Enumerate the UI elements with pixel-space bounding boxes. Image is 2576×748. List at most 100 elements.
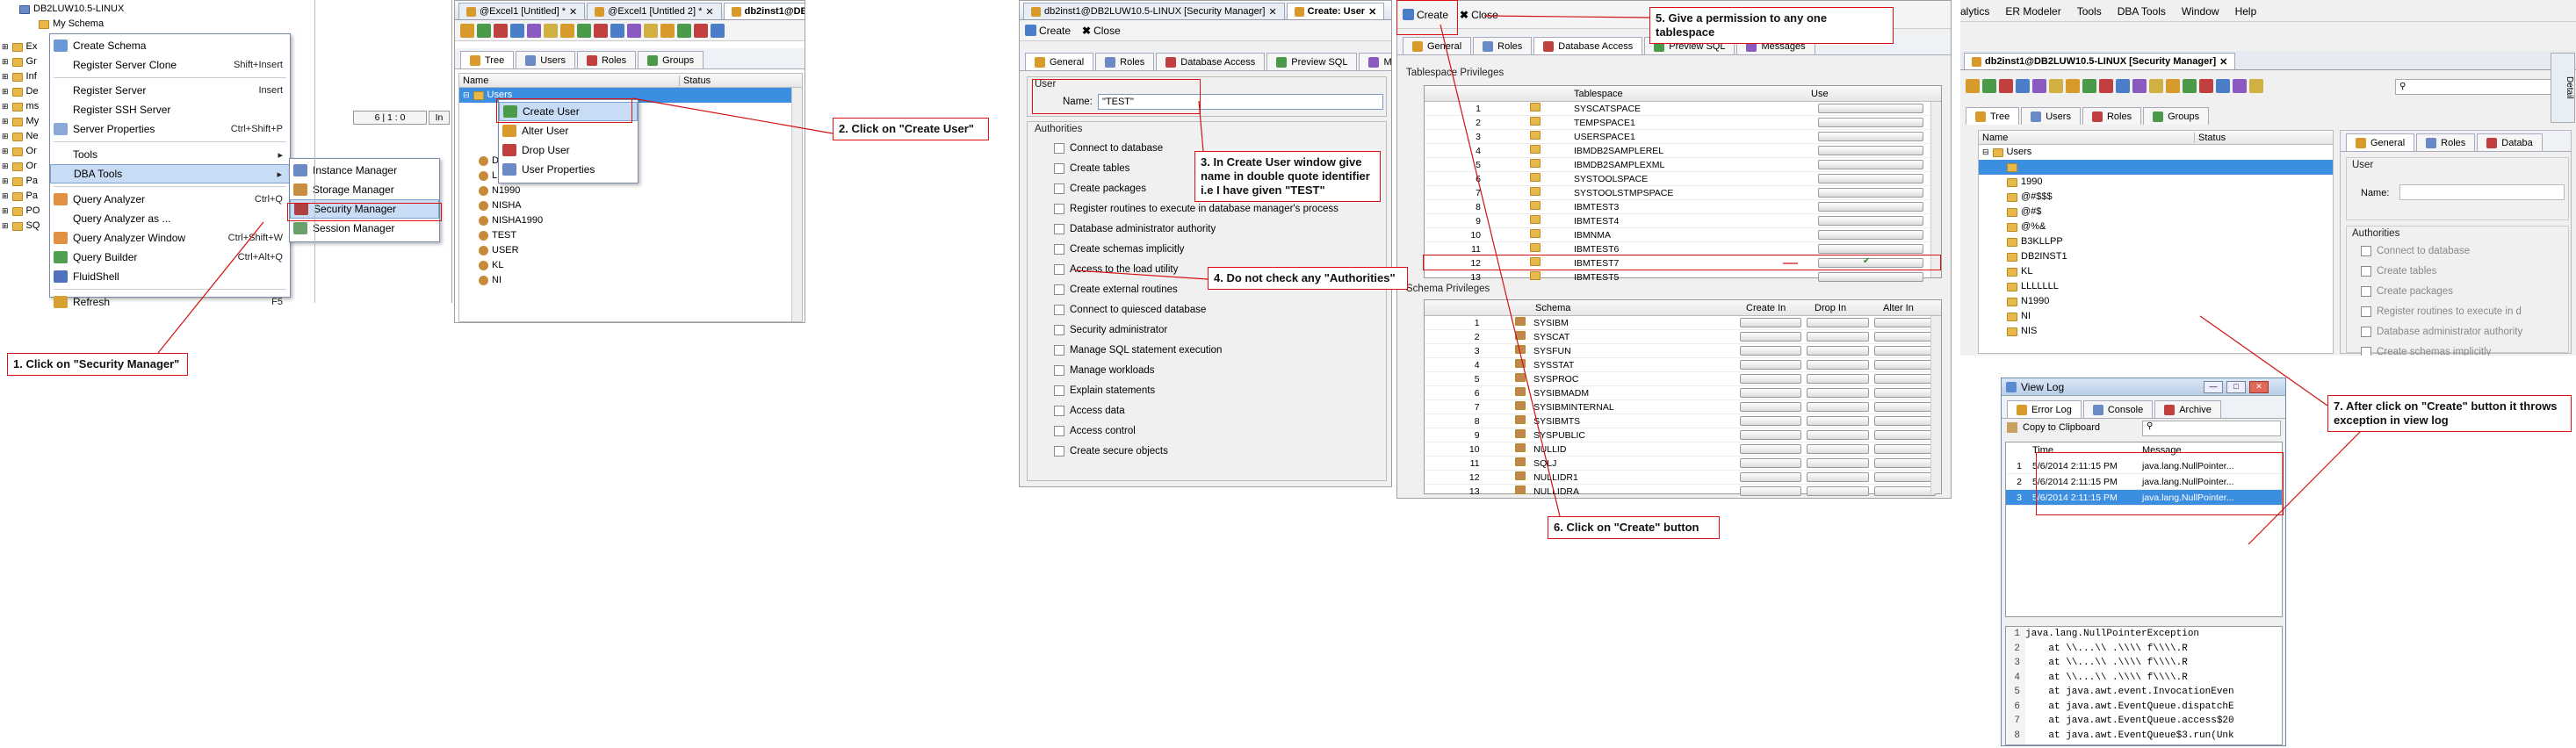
privilege-checkbox[interactable] [1739,444,1802,454]
privilege-checkbox[interactable] [1739,332,1802,342]
privilege-checkbox[interactable] [1807,402,1869,412]
privilege-checkbox[interactable] [1873,416,1936,426]
checkbox[interactable] [1054,304,1064,315]
subtab[interactable]: Roles [2082,107,2142,125]
toolbar-icon[interactable] [2132,79,2147,93]
schema-row[interactable]: 5 SYSPROC [1425,372,1941,386]
schema-row[interactable]: 4 SYSSTAT [1425,358,1941,372]
use-checkbox[interactable] [1818,230,1923,240]
toolbar-icon[interactable] [560,23,574,38]
tree-item[interactable]: ⊞ ms [0,99,40,114]
toolbar-icon[interactable] [711,23,725,38]
toolbar-icon[interactable] [2049,79,2063,93]
toolbar-icon[interactable] [2149,79,2163,93]
subtab[interactable]: Groups [2143,107,2210,125]
toolbar-icon[interactable] [1966,79,1980,93]
submenu-item[interactable]: Storage Manager [290,180,439,199]
authority-checkbox-row[interactable]: Database administrator authority [1054,219,1339,239]
privilege-checkbox[interactable] [1739,472,1802,482]
user-node[interactable]: DB2INST1 [2007,249,2333,264]
menubar-item[interactable]: Window [2182,5,2219,18]
popup-menu-item[interactable]: User Properties [499,160,638,179]
col-use[interactable]: Use [1811,89,1829,99]
toolbar-icon[interactable] [594,23,608,38]
use-checkbox[interactable] [1818,272,1923,282]
tree-item[interactable]: ⊞ Ne [0,129,40,144]
editor-tab[interactable]: db2inst1@DB2LUW10.5-LINUX [Security Mana… [1023,3,1285,19]
schema-row[interactable]: 12 NULLIDR1 [1425,471,1941,485]
toolbar-icon[interactable] [2183,79,2197,93]
privilege-checkbox[interactable] [1739,388,1802,398]
toolbar-icon[interactable] [2116,79,2130,93]
toolbar-icon[interactable] [677,23,691,38]
menubar-item[interactable]: Help [2235,5,2257,18]
popup-menu-item[interactable]: Drop User [499,140,638,160]
authority-checkbox-row[interactable]: Create secure objects [1054,441,1339,461]
tablespace-row[interactable]: 3 USERSPACE1 [1425,130,1941,144]
tree-item[interactable]: ⊞ Inf [0,69,40,84]
toolbar-icon[interactable] [577,23,591,38]
privilege-checkbox[interactable] [1807,388,1869,398]
menu-item[interactable]: DBA Tools ▸ [50,164,290,183]
privilege-checkbox[interactable] [1807,458,1869,468]
schema-row[interactable]: 10 NULLID [1425,442,1941,457]
editor-tab[interactable]: @Excel1 [Untitled] * ✕ [458,3,586,19]
subtab[interactable]: Archive [2154,400,2221,418]
user-name-input[interactable] [2399,184,2565,200]
toolbar-icon[interactable] [2233,79,2247,93]
checkbox[interactable] [2361,265,2371,277]
user-node[interactable]: N1990 [479,183,802,198]
use-checkbox[interactable] [1818,160,1923,169]
menu-item[interactable]: Server Properties Ctrl+Shift+P [50,119,290,139]
subtab[interactable]: Users [516,51,575,68]
checkbox[interactable] [1054,243,1064,255]
menubar-item[interactable]: DBA Tools [2118,5,2166,18]
checkbox[interactable] [2361,285,2371,297]
checkbox[interactable] [1054,183,1064,194]
toolbar-icon[interactable] [660,23,675,38]
maximize-button[interactable]: □ [2226,381,2246,393]
checkbox[interactable] [1054,405,1064,416]
privilege-checkbox[interactable] [1807,472,1869,482]
menubar-item[interactable]: ER Modeler [2005,5,2060,18]
title-bar[interactable]: View Log — □ ✕ [2002,378,2285,396]
privilege-checkbox[interactable] [1739,346,1802,356]
subtab[interactable]: General [1025,53,1094,70]
close-button[interactable]: Close [1471,9,1498,21]
checkbox[interactable] [2361,245,2371,256]
checkbox[interactable] [2361,306,2371,317]
use-checkbox[interactable] [1818,104,1923,113]
col-create-in[interactable]: Create In [1746,303,1815,313]
privilege-checkbox[interactable] [1739,402,1802,412]
toolbar-icon[interactable] [2066,79,2080,93]
server-node[interactable]: DB2LUW10.5-LINUX [19,2,124,17]
checkbox[interactable] [1054,385,1064,396]
privilege-checkbox[interactable] [1807,318,1869,327]
authority-checkbox-row[interactable]: Create schemas implicitly [2361,342,2522,356]
user-node[interactable]: NI [479,273,802,288]
privilege-checkbox[interactable] [1807,360,1869,370]
authority-checkbox-row[interactable]: Create tables [2361,261,2522,281]
tree-item[interactable]: ⊞ Ex [0,40,40,54]
schema-row[interactable]: 9 SYSPUBLIC [1425,428,1941,442]
toolbar-icon[interactable] [2199,79,2213,93]
privilege-checkbox[interactable] [1807,416,1869,426]
privilege-checkbox[interactable] [1873,318,1936,327]
user-node[interactable]: KL [2007,264,2333,279]
privilege-checkbox[interactable] [1873,486,1936,496]
col-status-header[interactable]: Status [679,75,711,86]
menubar-item[interactable]: Tools [2077,5,2102,18]
checkbox[interactable] [1054,142,1064,154]
search-input[interactable]: ⚲ [2395,79,2553,95]
close-button[interactable]: Close [1093,25,1121,37]
authority-checkbox-row[interactable]: Manage workloads [1054,360,1339,380]
menu-item[interactable]: Query Analyzer Ctrl+Q [50,190,290,209]
toolbar-icon[interactable] [527,23,541,38]
close-window-button[interactable]: ✕ [2249,381,2269,393]
tablespace-row[interactable]: 4 IBMDB2SAMPLEREL [1425,144,1941,158]
toolbar-icon[interactable] [510,23,524,38]
authority-checkbox-row[interactable]: Connect to database [2361,241,2522,261]
tablespace-row[interactable]: 6 SYSTOOLSPACE [1425,172,1941,186]
subtab[interactable]: Tree [1966,107,2020,125]
authority-checkbox-row[interactable]: Manage SQL statement execution [1054,340,1339,360]
